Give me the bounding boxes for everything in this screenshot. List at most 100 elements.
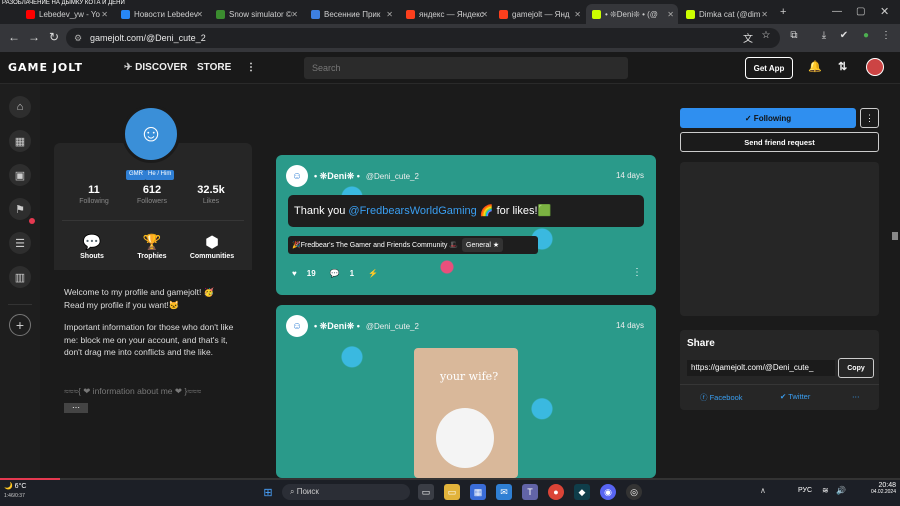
app-icon[interactable]: ◆	[574, 484, 590, 500]
extension-pin-icon[interactable]: ✔	[836, 30, 852, 41]
address-input[interactable]: ⚙ gamejolt.com/@Deni_cute_2	[66, 28, 780, 48]
tray-expand-icon[interactable]: ∧	[760, 486, 766, 495]
close-window-button[interactable]: ✕	[880, 5, 889, 18]
task-view-icon[interactable]: ▭	[418, 484, 434, 500]
trophies-button[interactable]: 🏆 Trophies	[127, 233, 177, 260]
clock[interactable]: 20:48 04.02.2024	[870, 482, 896, 495]
store-app-icon[interactable]: ▦	[470, 484, 486, 500]
post-author-handle[interactable]: @Deni_cute_2	[366, 322, 419, 331]
user-avatar[interactable]	[866, 58, 884, 76]
taskbar-search[interactable]: ⌕ Поиск	[282, 484, 410, 500]
file-explorer-icon[interactable]: ▭	[444, 484, 460, 500]
back-icon[interactable]: ←	[6, 30, 22, 44]
new-tab-button[interactable]: +	[780, 6, 786, 18]
browser-tab[interactable]: gamejolt — Янд ✕	[493, 4, 585, 24]
quests-icon[interactable]: ⚑	[9, 198, 31, 220]
profile-avatar[interactable]: ☺	[122, 105, 180, 163]
post-author-name[interactable]: • ❊Deni❊ •	[314, 171, 360, 182]
wifi-icon[interactable]: ≋	[822, 486, 829, 495]
browser-tab[interactable]: Новости Lebedev ✕	[115, 4, 207, 24]
send-friend-request-button[interactable]: Send friend request	[680, 132, 879, 152]
facebook-share-button[interactable]: ⓕ Facebook	[700, 392, 743, 403]
post-author-name[interactable]: • ❊Deni❊ •	[314, 321, 360, 332]
browser-tab[interactable]: Lebedev_yw - Yo ✕	[20, 4, 112, 24]
browser-tab[interactable]: Весенние Прик ✕	[305, 4, 397, 24]
gamejolt-logo[interactable]: GAME JOLT	[8, 61, 83, 74]
communities-button[interactable]: ⬢ Communities	[187, 233, 237, 260]
discover-link[interactable]: ✈ DISCOVER	[124, 62, 187, 73]
site-info-icon[interactable]: ⚙	[74, 33, 82, 44]
tab-close-icon[interactable]: ✕	[481, 10, 488, 19]
notifications-bell-icon[interactable]: 🔔	[808, 60, 822, 73]
maximize-button[interactable]: ▢	[856, 6, 865, 17]
copy-button[interactable]: Copy	[838, 358, 874, 378]
tab-close-icon[interactable]: ✕	[386, 10, 393, 19]
video-progress-track[interactable]	[0, 478, 900, 480]
add-community-icon[interactable]: +	[9, 314, 31, 336]
activity-icon[interactable]: ⇅	[838, 60, 847, 73]
bookmark-star-icon[interactable]: ☆	[758, 30, 774, 41]
browser-tab[interactable]: яндекс — Яндекс ✕	[400, 4, 492, 24]
feed-icon[interactable]: ⌂	[9, 96, 31, 118]
stat-followers[interactable]: 612 Followers	[122, 184, 182, 205]
more-menu-icon[interactable]: ⋮	[246, 62, 256, 73]
share-url-field[interactable]: https://gamejolt.com/@Deni_cute_	[687, 360, 835, 376]
chrome-icon[interactable]: ●	[548, 484, 564, 500]
forward-icon[interactable]: →	[26, 30, 42, 44]
stat-following[interactable]: 11 Following	[64, 184, 124, 205]
volume-icon[interactable]: 🔊	[836, 486, 846, 495]
language-indicator[interactable]: РУС	[798, 487, 812, 494]
following-button[interactable]: ✓ Following	[680, 108, 856, 128]
profile-avatar-icon[interactable]: ●	[858, 30, 874, 41]
chat-icon[interactable]: ☰	[9, 232, 31, 254]
mention-link[interactable]: @FredbearsWorldGaming	[348, 205, 476, 217]
charge-icon[interactable]: ⚡	[368, 269, 378, 278]
minimize-button[interactable]: —	[832, 6, 842, 17]
download-icon[interactable]: ⤓	[816, 30, 832, 41]
page-scrollbar[interactable]	[892, 232, 898, 240]
share-more-icon[interactable]: ⋯	[852, 392, 860, 401]
like-icon[interactable]: ♥	[292, 269, 297, 278]
browser-tab[interactable]: Snow simulator © ✕	[210, 4, 302, 24]
browser-tab[interactable]: Dimka cat (@dim ✕	[680, 4, 772, 24]
post-image[interactable]: your wife?	[414, 348, 518, 478]
search-input[interactable]: Search	[304, 57, 628, 79]
discord-icon[interactable]: ◉	[600, 484, 616, 500]
channel-tag[interactable]: General ★	[462, 238, 504, 252]
badge-pronouns: He / Him	[145, 170, 175, 180]
post-author-avatar[interactable]: ☺	[286, 315, 308, 337]
tab-close-icon[interactable]: ✕	[291, 10, 298, 19]
post-more-icon[interactable]: ⋮	[632, 267, 642, 278]
browser-menu-icon[interactable]: ⋮	[878, 30, 894, 41]
obs-icon[interactable]: ◎	[626, 484, 642, 500]
teams-icon[interactable]: T	[522, 484, 538, 500]
library-icon[interactable]: ▥	[9, 266, 31, 288]
stat-likes[interactable]: 32.5k Likes	[181, 184, 241, 205]
post-author-handle[interactable]: @Deni_cute_2	[366, 172, 419, 181]
translate-icon[interactable]: 文	[740, 30, 756, 45]
store-link[interactable]: STORE	[197, 62, 231, 73]
tab-close-icon[interactable]: ✕	[574, 10, 581, 19]
read-more-button[interactable]: ⋯	[64, 403, 88, 413]
reload-icon[interactable]: ↻	[46, 30, 62, 44]
get-app-button[interactable]: Get App	[745, 57, 793, 79]
inventory-icon[interactable]: ▣	[9, 164, 31, 186]
tab-close-icon[interactable]: ✕	[196, 10, 203, 19]
windows-start-icon[interactable]: ⊞	[260, 484, 276, 500]
community-tag[interactable]: 🎉Fredbear's The Gamer and Friends Commun…	[288, 236, 538, 254]
extensions-icon[interactable]: ⧉	[786, 30, 802, 41]
twitter-share-button[interactable]: ✔ Twitter	[780, 392, 810, 401]
more-options-icon[interactable]: ⋮	[860, 108, 879, 128]
comment-icon[interactable]: 💬	[330, 269, 340, 278]
shouts-button[interactable]: 💬 Shouts	[67, 233, 117, 260]
browser-tab[interactable]: • ❊Deni❊ • (@ ✕	[586, 4, 678, 24]
store-icon[interactable]: ▦	[9, 130, 31, 152]
post-card[interactable]: ☺ • ❊Deni❊ • @Deni_cute_2 14 days Thank …	[276, 155, 656, 295]
tab-close-icon[interactable]: ✕	[761, 10, 768, 19]
post-card[interactable]: ☺ • ❊Deni❊ • @Deni_cute_2 14 days your w…	[276, 305, 656, 478]
tab-close-icon[interactable]: ✕	[101, 10, 108, 19]
tab-close-icon[interactable]: ✕	[667, 10, 674, 19]
weather-widget[interactable]: 🌙 6°C	[4, 482, 26, 490]
mail-icon[interactable]: ✉	[496, 484, 512, 500]
post-author-avatar[interactable]: ☺	[286, 165, 308, 187]
